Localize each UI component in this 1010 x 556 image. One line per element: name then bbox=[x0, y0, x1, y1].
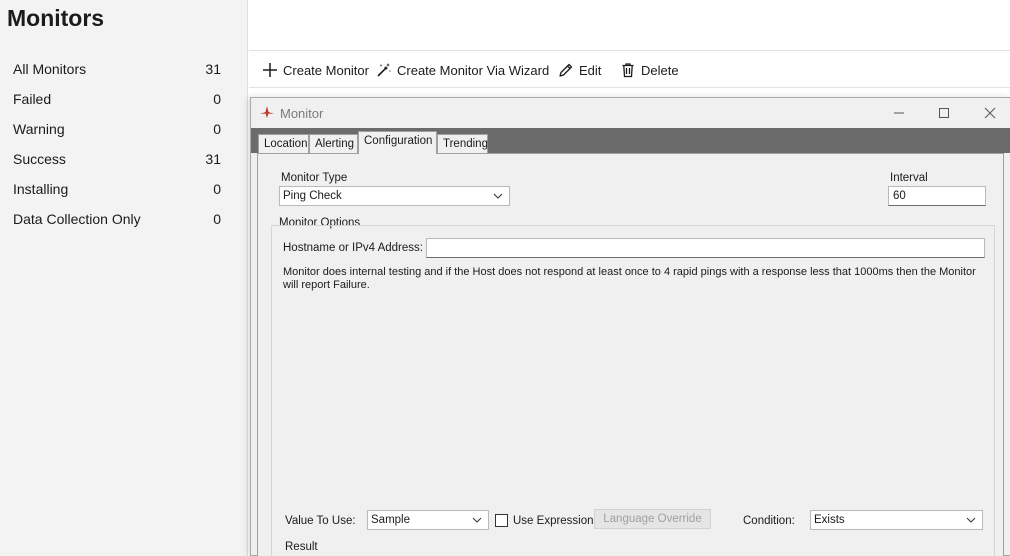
filter-all-monitors[interactable]: All Monitors 31 bbox=[0, 54, 248, 84]
filter-label: Success bbox=[13, 151, 66, 167]
filter-count: 31 bbox=[205, 61, 221, 77]
use-expression-label: Use Expression bbox=[513, 515, 594, 527]
tab-location[interactable]: Location bbox=[258, 134, 309, 153]
filter-count: 0 bbox=[213, 91, 221, 107]
maximize-button[interactable] bbox=[921, 98, 967, 128]
filter-success[interactable]: Success 31 bbox=[0, 144, 248, 174]
app-logo-icon bbox=[260, 106, 274, 118]
pencil-icon bbox=[559, 63, 573, 77]
page-title: Monitors bbox=[7, 5, 105, 31]
filter-label: All Monitors bbox=[13, 61, 87, 77]
condition-value: Exists bbox=[814, 514, 845, 526]
close-button[interactable] bbox=[967, 98, 1010, 128]
monitor-description: Monitor does internal testing and if the… bbox=[283, 266, 976, 291]
value-to-use-value: Sample bbox=[371, 514, 410, 526]
value-to-use-label: Value To Use: bbox=[285, 515, 356, 527]
filter-installing[interactable]: Installing 0 bbox=[0, 174, 248, 204]
interval-label: Interval bbox=[890, 172, 928, 184]
plus-icon bbox=[263, 63, 277, 77]
magic-wand-icon bbox=[377, 63, 391, 77]
delete-label: Delete bbox=[641, 62, 679, 78]
filter-label: Installing bbox=[13, 181, 69, 197]
dialog-titlebar[interactable]: Monitor bbox=[251, 98, 1010, 128]
monitor-type-select[interactable]: Ping Check bbox=[279, 186, 510, 206]
filter-failed[interactable]: Failed 0 bbox=[0, 84, 248, 114]
filter-label: Failed bbox=[13, 91, 52, 107]
filter-count: 0 bbox=[213, 121, 221, 137]
edit-button[interactable]: Edit bbox=[558, 60, 601, 80]
filter-count: 31 bbox=[205, 151, 221, 167]
monitor-type-value: Ping Check bbox=[283, 190, 342, 202]
create-monitor-button[interactable]: Create Monitor bbox=[262, 60, 369, 80]
value-to-use-select[interactable]: Sample bbox=[367, 510, 489, 530]
filter-count: 0 bbox=[213, 211, 221, 227]
interval-input[interactable] bbox=[888, 186, 986, 206]
monitor-filter-list: All Monitors 31 Failed 0 Warning 0 Succe… bbox=[0, 54, 248, 234]
hostname-label: Hostname or IPv4 Address: bbox=[283, 242, 423, 254]
minimize-button[interactable] bbox=[876, 98, 922, 128]
monitor-dialog: Monitor Location Alerting Configuration … bbox=[250, 97, 1010, 556]
monitor-type-label: Monitor Type bbox=[281, 172, 348, 184]
chevron-down-icon bbox=[966, 517, 976, 523]
monitor-filter-panel: Monitors All Monitors 31 Failed 0 Warnin… bbox=[0, 0, 248, 556]
chevron-down-icon bbox=[493, 193, 503, 199]
hostname-input[interactable] bbox=[426, 238, 985, 258]
chevron-down-icon bbox=[472, 517, 482, 523]
condition-label: Condition: bbox=[743, 515, 795, 527]
edit-label: Edit bbox=[579, 62, 602, 78]
create-monitor-label: Create Monitor bbox=[283, 62, 369, 78]
filter-data-collection-only[interactable]: Data Collection Only 0 bbox=[0, 204, 248, 234]
filter-label: Warning bbox=[13, 121, 65, 137]
close-icon bbox=[984, 107, 996, 119]
maximize-icon bbox=[939, 108, 949, 118]
condition-select[interactable]: Exists bbox=[810, 510, 983, 530]
delete-button[interactable]: Delete bbox=[620, 60, 679, 80]
monitor-toolbar: Create Monitor Create Monitor Via Wizard… bbox=[249, 51, 1010, 88]
tab-trending[interactable]: Trending bbox=[437, 134, 488, 153]
create-monitor-wizard-button[interactable]: Create Monitor Via Wizard bbox=[376, 60, 549, 80]
tab-configuration[interactable]: Configuration bbox=[358, 131, 437, 154]
filter-count: 0 bbox=[213, 181, 221, 197]
tab-alerting[interactable]: Alerting bbox=[309, 134, 358, 153]
result-label: Result bbox=[285, 541, 318, 553]
create-monitor-wizard-label: Create Monitor Via Wizard bbox=[397, 62, 550, 78]
dialog-title: Monitor bbox=[280, 106, 324, 121]
minimize-icon bbox=[894, 112, 904, 114]
filter-warning[interactable]: Warning 0 bbox=[0, 114, 248, 144]
configuration-panel: Monitor Type Ping Check Interval Monitor… bbox=[257, 153, 1004, 556]
filter-label: Data Collection Only bbox=[13, 211, 141, 227]
trash-icon bbox=[622, 63, 634, 78]
use-expression-checkbox[interactable] bbox=[495, 514, 508, 527]
language-override-button: Language Override bbox=[594, 509, 711, 529]
